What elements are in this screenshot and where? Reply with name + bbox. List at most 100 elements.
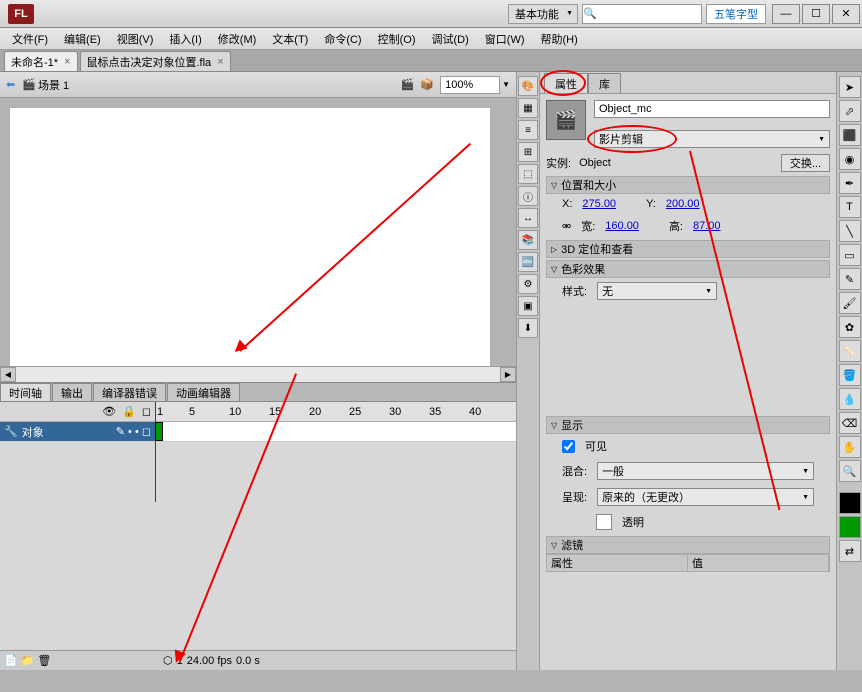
menu-window[interactable]: 窗口(W) [477,31,533,47]
tab-output[interactable]: 输出 [52,383,92,401]
transform-tool[interactable]: ⬛ [839,124,861,146]
close-tab-icon[interactable]: × [217,56,223,68]
transparent-swatch[interactable] [596,514,612,530]
selection-tool[interactable]: ➤ [839,76,861,98]
onion-skin-icon[interactable]: ⬡ [163,654,173,667]
deco-tool[interactable]: ✿ [839,316,861,338]
symbol-type-dropdown[interactable]: 影片剪辑 [594,130,830,148]
panel-icon[interactable]: ⬚ [518,164,538,184]
menu-insert[interactable]: 插入(I) [161,31,209,47]
tab-properties[interactable]: 属性 [544,73,588,93]
menu-view[interactable]: 视图(V) [109,31,162,47]
instance-name-input[interactable]: Object_mc [594,100,830,118]
close-button[interactable]: ✕ [832,4,860,24]
swap-colors-icon[interactable]: ⇄ [839,540,861,562]
blend-dropdown[interactable]: 一般 [597,462,814,480]
bucket-tool[interactable]: 🪣 [839,364,861,386]
search-input[interactable]: 🔍 [582,4,702,24]
brush-tool[interactable]: 🖌 [839,292,861,314]
bone-tool[interactable]: 🦴 [839,340,861,362]
section-color[interactable]: ▽色彩效果 [546,260,830,278]
lock-ratio-icon[interactable]: ⚮ [562,220,571,233]
line-tool[interactable]: ╲ [839,220,861,242]
zoom-tool[interactable]: 🔍 [839,460,861,482]
menu-file[interactable]: 文件(F) [4,31,56,47]
menu-help[interactable]: 帮助(H) [533,31,586,47]
workspace-dropdown[interactable]: 基本功能 [508,4,578,24]
panel-icon[interactable]: ⓘ [518,186,538,206]
collapsed-panels-strip: 🎨 ▦ ≡ ⊞ ⬚ ⓘ ↔ 📚 🔤 ⚙ ▣ ⬇ [516,72,540,670]
panel-icon[interactable]: ▦ [518,98,538,118]
section-3d[interactable]: ▷3D 定位和查看 [546,240,830,258]
swap-button[interactable]: 交换... [781,154,830,172]
section-filters[interactable]: ▽滤镜 [546,536,830,554]
eraser-tool[interactable]: ⌫ [839,412,861,434]
tab-library[interactable]: 库 [588,73,621,93]
height-value[interactable]: 87.00 [693,220,721,232]
y-value[interactable]: 200.00 [666,198,700,210]
lock-icon[interactable]: 🔒 [122,405,136,418]
scene-name: 场景 1 [38,77,69,93]
fill-color[interactable] [839,516,861,538]
stroke-color[interactable] [839,492,861,514]
color-style-dropdown[interactable]: 无 [597,282,717,300]
render-dropdown[interactable]: 原来的（无更改） [597,488,814,506]
close-tab-icon[interactable]: × [64,56,70,68]
width-value[interactable]: 160.00 [605,220,639,232]
stage-area[interactable]: ✈️ [0,98,516,366]
x-value[interactable]: 275.00 [582,198,616,210]
keyframe-1[interactable] [155,422,163,441]
panel-icon[interactable]: 🔤 [518,252,538,272]
scroll-right-icon[interactable]: ▶ [500,367,516,382]
pencil-tool[interactable]: ✎ [839,268,861,290]
outline-icon[interactable]: ◻ [142,405,151,418]
hand-tool[interactable]: ✋ [839,436,861,458]
section-display[interactable]: ▽显示 [546,416,830,434]
new-folder-icon[interactable]: 📁 [21,654,35,667]
menu-commands[interactable]: 命令(C) [316,31,369,47]
new-layer-icon[interactable]: 📄 [4,654,18,667]
eyedropper-tool[interactable]: 💧 [839,388,861,410]
delete-layer-icon[interactable]: 🗑 [37,654,51,667]
stage-scrollbar[interactable]: ◀ ▶ [0,366,516,382]
edit-symbol-icon[interactable]: 📦 [420,78,434,91]
lasso-tool[interactable]: ◉ [839,148,861,170]
visible-checkbox[interactable] [562,440,575,453]
rect-tool[interactable]: ▭ [839,244,861,266]
layer-row[interactable]: 🔧 对象 ✎ • • ◻ [0,422,155,441]
tab-compiler[interactable]: 编译器错误 [93,383,166,401]
panel-icon[interactable]: ⬇ [518,318,538,338]
panel-icon[interactable]: ≡ [518,120,538,140]
menu-modify[interactable]: 修改(M) [210,31,265,47]
frames-track[interactable] [155,422,516,441]
document-tab-2[interactable]: 鼠标点击决定对象位置.fla× [80,51,231,71]
menu-debug[interactable]: 调试(D) [424,31,477,47]
pen-tool[interactable]: ✒ [839,172,861,194]
panel-icon[interactable]: ⚙ [518,274,538,294]
menu-control[interactable]: 控制(O) [370,31,424,47]
back-icon[interactable]: ⬅ [6,78,22,91]
stage[interactable]: ✈️ [10,108,490,366]
edit-scene-icon[interactable]: 🎬 [401,78,415,91]
section-position[interactable]: ▽位置和大小 [546,176,830,194]
maximize-button[interactable]: ☐ [802,4,830,24]
playhead[interactable] [155,402,156,502]
scroll-left-icon[interactable]: ◀ [0,367,16,382]
zoom-dropdown-icon[interactable]: ▼ [502,80,510,89]
subselection-tool[interactable]: ⬀ [839,100,861,122]
tab-timeline[interactable]: 时间轴 [0,383,51,401]
timeline-ruler[interactable]: 1 5 10 15 20 25 30 35 40 [155,402,516,421]
minimize-button[interactable]: — [772,4,800,24]
panel-icon[interactable]: ⊞ [518,142,538,162]
menu-text[interactable]: 文本(T) [264,31,316,47]
tab-motion[interactable]: 动画编辑器 [167,383,240,401]
zoom-input[interactable]: 100% [440,76,500,94]
panel-icon[interactable]: ▣ [518,296,538,316]
menu-edit[interactable]: 编辑(E) [56,31,109,47]
panel-icon[interactable]: ↔ [518,208,538,228]
visibility-icon[interactable]: 👁 [102,405,116,418]
document-tab-1[interactable]: 未命名-1*× [4,51,78,71]
text-tool[interactable]: T [839,196,861,218]
panel-icon[interactable]: 🎨 [518,76,538,96]
panel-icon[interactable]: 📚 [518,230,538,250]
